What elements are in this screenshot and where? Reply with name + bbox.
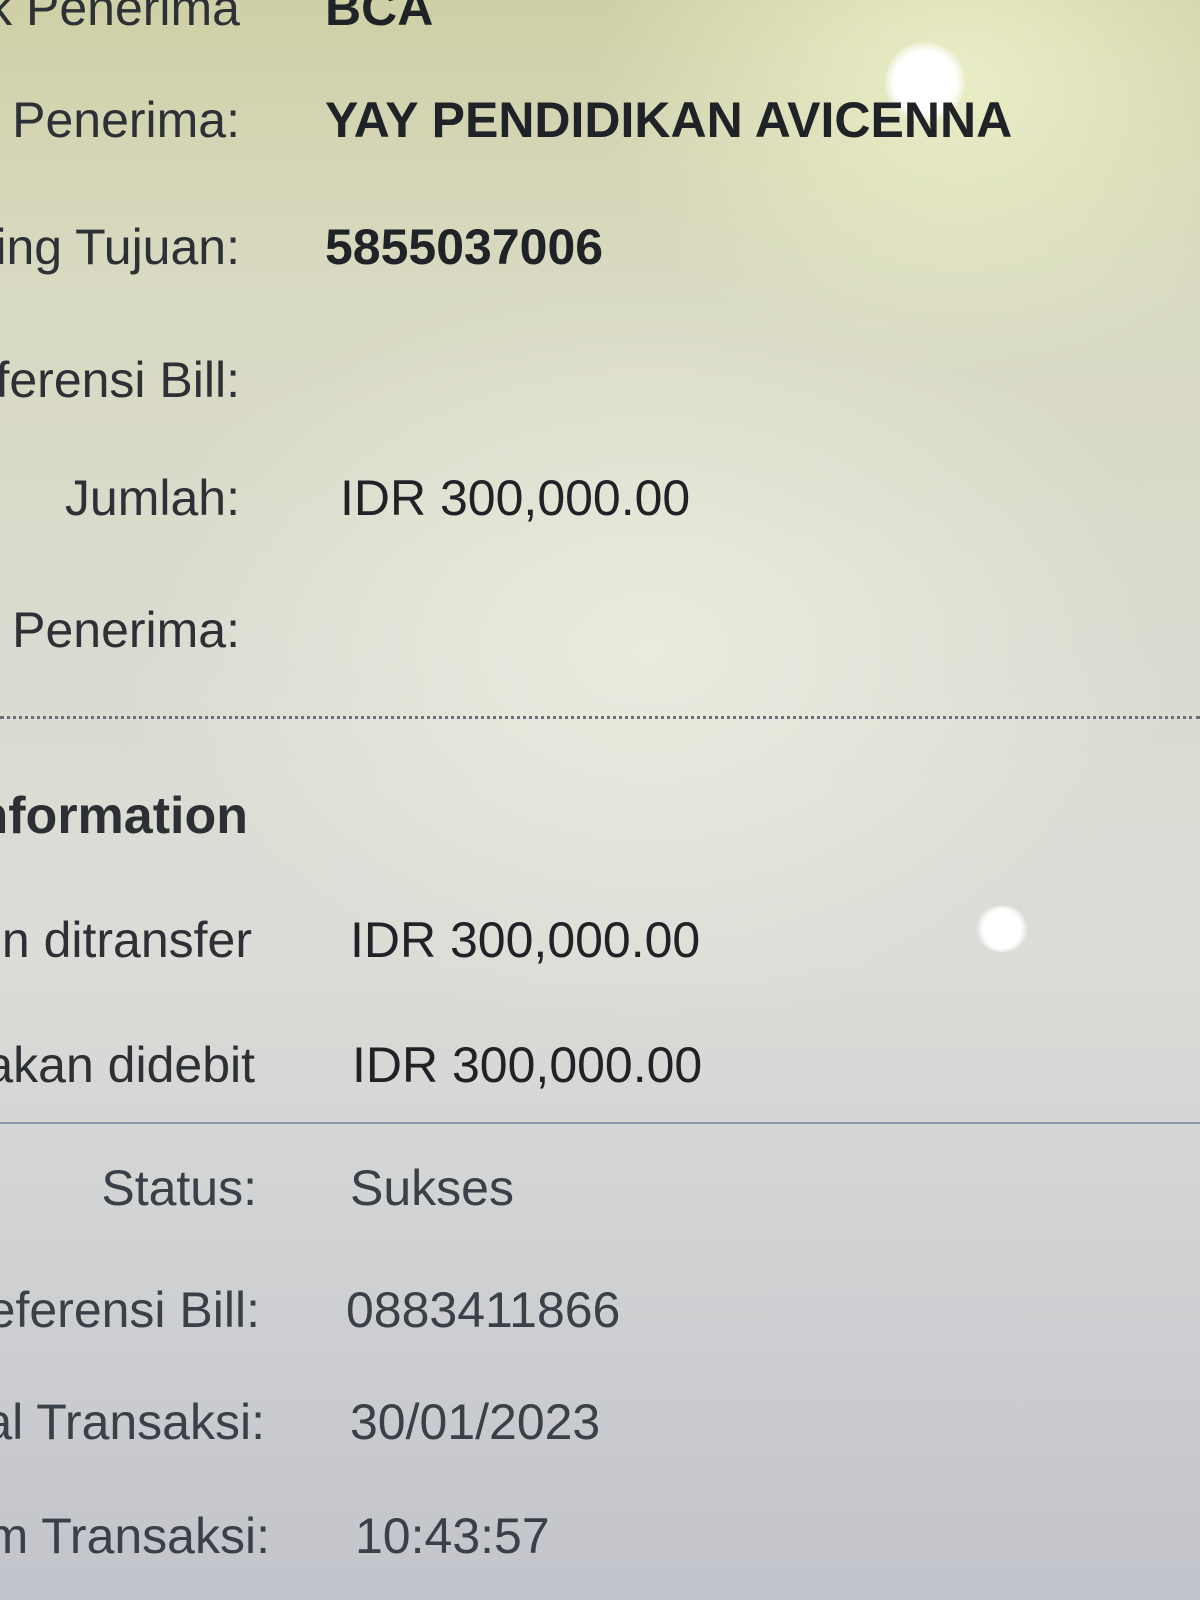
field-label: n ditransfer — [1, 912, 252, 968]
result-row-bill-reference: eferensi Bill: 0883411866 — [0, 1280, 1200, 1350]
section-title-information: nformation — [0, 787, 248, 845]
result-row-transaction-time: m Transaksi: 10:43:57 — [0, 1506, 1200, 1576]
detail-row-recipient-email: l Penerima: — [0, 600, 1200, 670]
field-value: BCA — [325, 0, 434, 36]
field-label: l Penerima: — [0, 602, 240, 658]
field-label: ing Tujuan: — [0, 219, 240, 275]
field-value: 5855037006 — [325, 219, 604, 275]
detail-row-bank: k Penerima BCA — [0, 0, 1200, 48]
field-label: eferensi Bill: — [0, 1282, 260, 1338]
field-value: IDR 300,000.00 — [352, 1037, 703, 1093]
field-value: 10:43:57 — [355, 1508, 550, 1564]
detail-row-bill-reference: ferensi Bill: — [0, 350, 1200, 420]
result-row-status: Status: Sukses — [0, 1158, 1200, 1228]
field-label: m Transaksi: — [0, 1508, 270, 1564]
field-label: k Penerima — [0, 0, 240, 36]
field-label: ferensi Bill: — [0, 352, 240, 408]
field-value: 0883411866 — [346, 1282, 621, 1338]
field-value: IDR 300,000.00 — [340, 470, 691, 526]
field-label: al Transaksi: — [0, 1394, 265, 1450]
detail-row-amount: Jumlah: IDR 300,000.00 — [0, 468, 1200, 538]
field-value: 30/01/2023 — [350, 1394, 601, 1450]
field-value: IDR 300,000.00 — [350, 912, 701, 968]
detail-row-destination-account: ing Tujuan: 5855037006 — [0, 217, 1200, 287]
status-label: Status: — [101, 1160, 257, 1216]
field-label: Penerima: — [12, 92, 240, 148]
field-label: akan didebit — [0, 1037, 255, 1093]
field-label: Jumlah: — [64, 470, 240, 526]
detail-row-recipient-name: Penerima: YAY PENDIDIKAN AVICENNA — [0, 90, 1200, 160]
result-row-transaction-date: al Transaksi: 30/01/2023 — [0, 1392, 1200, 1462]
info-row-transferred-amount: n ditransfer IDR 300,000.00 — [0, 910, 1200, 980]
solid-divider — [0, 1122, 1200, 1124]
field-value: YAY PENDIDIKAN AVICENNA — [325, 92, 1013, 148]
status-value: Sukses — [350, 1160, 514, 1216]
info-row-debited-amount: akan didebit IDR 300,000.00 — [0, 1035, 1200, 1105]
dotted-divider — [0, 716, 1200, 719]
